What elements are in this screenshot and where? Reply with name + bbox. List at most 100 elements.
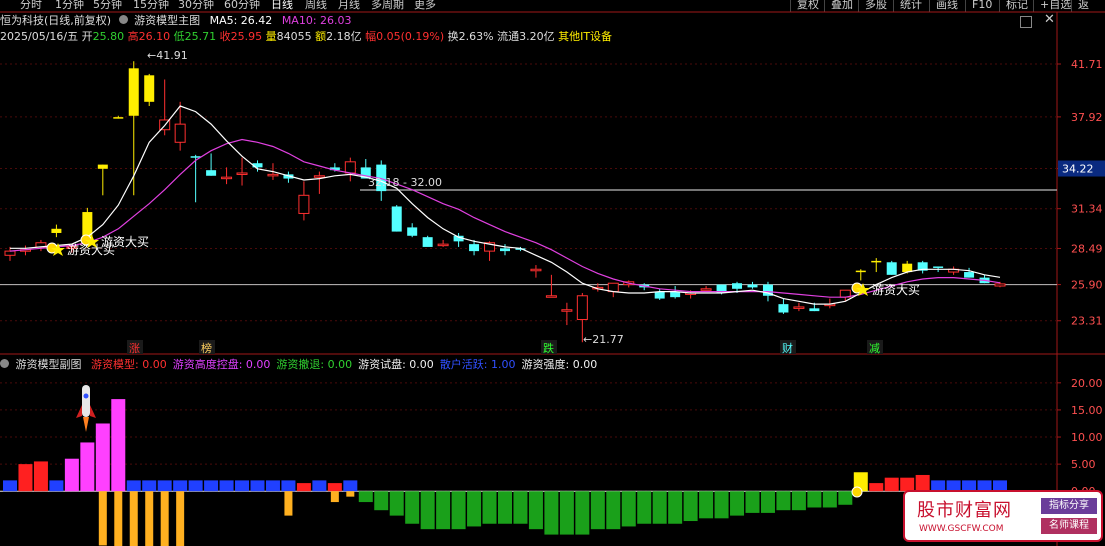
event-marker-0: 涨 bbox=[129, 342, 140, 355]
sub-gold-bar bbox=[114, 491, 123, 546]
candle-body bbox=[422, 237, 433, 247]
sub-bar bbox=[111, 399, 126, 492]
sub-bar bbox=[451, 491, 466, 530]
sub-gold-bar bbox=[160, 491, 169, 546]
candle-body bbox=[933, 266, 944, 268]
event-marker-4: 减 bbox=[869, 342, 880, 355]
sub-bar bbox=[436, 491, 451, 530]
candle-body bbox=[344, 161, 356, 174]
candle-body bbox=[576, 295, 588, 320]
sub-bar bbox=[498, 491, 512, 524]
price-tick-label: 23.31 bbox=[1071, 315, 1103, 328]
sub-tick-label: 15.00 bbox=[1071, 404, 1103, 417]
sub-bar bbox=[776, 491, 791, 511]
buy-marker-2-label: 游资大买 bbox=[101, 235, 149, 249]
sub-bar bbox=[884, 477, 899, 492]
sub-bar bbox=[652, 491, 667, 524]
watermark-title: 股市财富网 bbox=[917, 500, 1012, 521]
range-annotation: 32.18 - 32.00 bbox=[368, 176, 442, 189]
sub-bar bbox=[204, 480, 219, 492]
current-price-label: 34.22 bbox=[1062, 163, 1094, 176]
candle-body bbox=[206, 170, 217, 176]
event-marker-1: 榜 bbox=[201, 341, 212, 355]
high-annotation: ←41.91 bbox=[147, 49, 188, 62]
kline-chart[interactable]: ←41.91←21.7732.18 - 32.00游资大买游资大买游资大买涨榜跌… bbox=[0, 0, 1105, 546]
candle-body bbox=[236, 172, 248, 175]
candle-body bbox=[700, 288, 712, 291]
candle-body bbox=[793, 306, 805, 309]
sub-bar bbox=[575, 491, 590, 535]
sub-bar bbox=[668, 491, 683, 524]
sub-bar bbox=[730, 491, 745, 516]
sub-bar bbox=[915, 474, 930, 492]
candle-body bbox=[809, 308, 820, 312]
candle-body bbox=[530, 268, 542, 272]
sub-gold-bar bbox=[129, 491, 138, 546]
sub-gold-bar bbox=[346, 491, 355, 497]
site-watermark: 股市财富网 WWW.GSCFW.COM 指标分享 名师课程 bbox=[903, 490, 1103, 542]
sub-bar bbox=[807, 491, 822, 508]
candle-body bbox=[469, 244, 480, 252]
candle-body bbox=[298, 194, 310, 214]
sub-bar bbox=[188, 480, 203, 492]
price-tick-label: 37.92 bbox=[1071, 111, 1103, 124]
price-tick-label: 31.34 bbox=[1071, 203, 1103, 216]
sub-bar bbox=[513, 491, 528, 524]
sub-coin-icon bbox=[851, 486, 863, 498]
sub-bar bbox=[869, 483, 884, 492]
candle-body bbox=[437, 243, 449, 247]
sub-gold-bar bbox=[330, 491, 339, 503]
candle-body bbox=[545, 295, 557, 298]
sub-bar bbox=[173, 480, 188, 492]
sub-bar bbox=[343, 480, 358, 492]
candle-body bbox=[886, 262, 897, 275]
sub-bar bbox=[791, 491, 806, 511]
event-marker-2: 跌 bbox=[543, 341, 554, 355]
sub-bar bbox=[142, 480, 157, 492]
sub-bar bbox=[18, 464, 33, 492]
sub-bar bbox=[250, 480, 265, 492]
watermark-badge-course[interactable]: 名师课程 bbox=[1041, 518, 1097, 534]
sub-bar bbox=[219, 480, 234, 492]
candle-body bbox=[654, 291, 665, 299]
candle-body bbox=[4, 250, 16, 256]
watermark-badge-share[interactable]: 指标分享 bbox=[1041, 498, 1097, 514]
sub-bar bbox=[544, 491, 559, 535]
sub-bar bbox=[559, 491, 574, 535]
sub-bar bbox=[838, 491, 853, 505]
sub-tick-label: 20.00 bbox=[1071, 377, 1103, 390]
candle-body bbox=[391, 206, 402, 232]
price-tick-label: 28.49 bbox=[1071, 242, 1103, 255]
sub-bar bbox=[420, 491, 435, 530]
sub-bar bbox=[265, 480, 280, 492]
rocket-icon bbox=[76, 385, 96, 432]
price-tick-label: 25.90 bbox=[1071, 279, 1103, 292]
sub-bar bbox=[745, 491, 760, 513]
sub-bar bbox=[157, 480, 172, 492]
sub-bar bbox=[714, 491, 729, 519]
candle-body bbox=[994, 283, 1006, 287]
sub-bar bbox=[64, 458, 79, 492]
candle-body bbox=[144, 75, 155, 102]
sub-bar bbox=[312, 480, 327, 492]
candle-body bbox=[964, 272, 975, 278]
sub-bar bbox=[374, 491, 389, 511]
candle-body bbox=[128, 68, 139, 116]
sub-bar bbox=[606, 491, 621, 530]
sub-bar bbox=[637, 491, 652, 524]
sub-bar bbox=[95, 423, 110, 492]
candle-body bbox=[747, 284, 758, 288]
sub-bar bbox=[3, 480, 17, 492]
candle-body bbox=[97, 164, 108, 169]
candle-body bbox=[778, 304, 789, 313]
sub-bar bbox=[126, 480, 141, 492]
candle-body bbox=[855, 270, 866, 273]
sub-gold-bar bbox=[145, 491, 154, 546]
watermark-url: WWW.GSCFW.COM bbox=[919, 524, 1004, 534]
candle-body bbox=[51, 228, 62, 233]
sub-bar bbox=[467, 491, 482, 527]
sub-bar bbox=[49, 480, 64, 492]
price-tick-label: 41.71 bbox=[1071, 58, 1103, 71]
sub-bar bbox=[590, 491, 605, 530]
sub-bar bbox=[683, 491, 698, 522]
